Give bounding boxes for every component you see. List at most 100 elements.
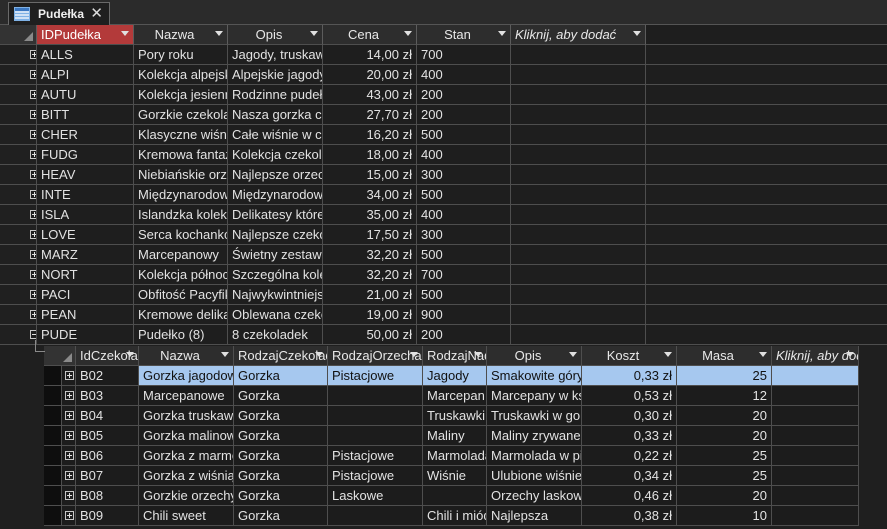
expand-icon[interactable] — [30, 290, 36, 299]
sub-cell-4[interactable] — [423, 486, 487, 506]
sub-cell-2[interactable]: Gorzka — [234, 466, 328, 486]
cell-opis[interactable]: Alpejskie jagody — [228, 65, 323, 85]
sub-cell-6[interactable]: 0,34 zł — [582, 466, 677, 486]
sub-cell-0[interactable]: B02 — [76, 366, 139, 386]
tab-pudelka[interactable]: Pudełka ✕ — [8, 2, 110, 25]
cell-stan[interactable]: 500 — [417, 185, 511, 205]
cell-nazwa[interactable]: Pory roku — [134, 45, 228, 65]
expand-cell[interactable] — [0, 45, 37, 65]
sub-column-header-4[interactable]: RodzajNadzienia — [423, 346, 487, 366]
sub-cell-2[interactable]: Gorzka — [234, 386, 328, 406]
cell-stan[interactable]: 900 — [417, 305, 511, 325]
sub-record-selector[interactable] — [44, 386, 62, 406]
sub-cell-5[interactable]: Najlepsza — [487, 506, 582, 526]
cell-stan[interactable]: 200 — [417, 85, 511, 105]
table-row[interactable]: LOVESerca kochankówNajlepsze czekoladki1… — [0, 225, 887, 245]
sub-cell-2[interactable]: Gorzka — [234, 446, 328, 466]
sub-record-selector[interactable] — [44, 426, 62, 446]
cell-cena[interactable]: 19,00 zł — [323, 305, 417, 325]
expand-icon[interactable] — [65, 491, 74, 500]
sub-cell-7[interactable]: 20 — [677, 406, 772, 426]
cell-new-column[interactable] — [511, 105, 646, 125]
cell-idpudełka[interactable]: PUDE — [37, 325, 134, 345]
table-row[interactable]: NORTKolekcja północnaSzczególna kolekcja… — [0, 265, 887, 285]
sub-cell-0[interactable]: B03 — [76, 386, 139, 406]
cell-stan[interactable]: 400 — [417, 65, 511, 85]
sort-filter-arrow-icon[interactable] — [315, 352, 323, 357]
sub-expand-cell[interactable] — [62, 386, 76, 406]
expand-icon[interactable] — [30, 150, 36, 159]
cell-nazwa[interactable]: Kremowe delikatesy — [134, 305, 228, 325]
sub-cell-new-column[interactable] — [772, 426, 859, 446]
sub-cell-0[interactable]: B09 — [76, 506, 139, 526]
sub-cell-4[interactable]: Maliny — [423, 426, 487, 446]
cell-stan[interactable]: 200 — [417, 325, 511, 345]
expand-cell[interactable] — [0, 225, 37, 245]
cell-cena[interactable]: 32,20 zł — [323, 245, 417, 265]
sub-cell-6[interactable]: 0,33 zł — [582, 366, 677, 386]
table-row[interactable]: BITTGorzkie czekoladyNasza gorzka czekol… — [0, 105, 887, 125]
sub-cell-0[interactable]: B06 — [76, 446, 139, 466]
cell-stan[interactable]: 400 — [417, 205, 511, 225]
column-header-1[interactable]: Nazwa — [134, 25, 228, 45]
expand-icon[interactable] — [30, 210, 36, 219]
sub-cell-5[interactable]: Maliny zrywane — [487, 426, 582, 446]
cell-idpudełka[interactable]: NORT — [37, 265, 134, 285]
cell-nazwa[interactable]: Pudełko (8) — [134, 325, 228, 345]
sort-filter-arrow-icon[interactable] — [474, 352, 482, 357]
sub-cell-1[interactable]: Gorzka truskawkowa — [139, 406, 234, 426]
sub-cell-6[interactable]: 0,38 zł — [582, 506, 677, 526]
sub-expand-cell[interactable] — [62, 486, 76, 506]
collapse-icon[interactable] — [30, 330, 36, 339]
expand-icon[interactable] — [65, 391, 74, 400]
sub-cell-1[interactable]: Chili sweet — [139, 506, 234, 526]
sort-filter-arrow-icon[interactable] — [221, 352, 229, 357]
close-icon[interactable]: ✕ — [90, 5, 103, 22]
sub-cell-7[interactable]: 12 — [677, 386, 772, 406]
sub-cell-new-column[interactable] — [772, 506, 859, 526]
sub-cell-3[interactable]: Pistacjowe — [328, 466, 423, 486]
cell-idpudełka[interactable]: BITT — [37, 105, 134, 125]
cell-nazwa[interactable]: Kolekcja północna — [134, 265, 228, 285]
expand-icon[interactable] — [30, 190, 36, 199]
sub-cell-4[interactable]: Wiśnie — [423, 466, 487, 486]
cell-opis[interactable]: Oblewana czekoladą — [228, 305, 323, 325]
expand-icon[interactable] — [30, 90, 36, 99]
sub-column-header-1[interactable]: Nazwa — [139, 346, 234, 366]
cell-cena[interactable]: 34,00 zł — [323, 185, 417, 205]
sub-cell-new-column[interactable] — [772, 486, 859, 506]
sub-record-selector[interactable] — [44, 466, 62, 486]
sub-cell-7[interactable]: 25 — [677, 466, 772, 486]
table-row[interactable]: PACIObfitość PacyfikuNajwykwintniejsze21… — [0, 285, 887, 305]
sub-expand-cell[interactable] — [62, 506, 76, 526]
sub-cell-0[interactable]: B07 — [76, 466, 139, 486]
sub-column-header-3[interactable]: RodzajOrzecha — [328, 346, 423, 366]
sub-cell-3[interactable]: Pistacjowe — [328, 366, 423, 386]
cell-cena[interactable]: 15,00 zł — [323, 165, 417, 185]
sub-cell-5[interactable]: Smakowite góry — [487, 366, 582, 386]
expand-icon[interactable] — [65, 371, 74, 380]
cell-cena[interactable]: 43,00 zł — [323, 85, 417, 105]
sub-cell-1[interactable]: Gorzka z marmoladą — [139, 446, 234, 466]
sub-cell-5[interactable]: Marcepany w kształcie — [487, 386, 582, 406]
sub-cell-7[interactable]: 20 — [677, 486, 772, 506]
cell-cena[interactable]: 50,00 zł — [323, 325, 417, 345]
sort-filter-arrow-icon[interactable] — [215, 31, 223, 36]
cell-nazwa[interactable]: Kolekcja jesienna — [134, 85, 228, 105]
cell-nazwa[interactable]: Międzynarodowa — [134, 185, 228, 205]
cell-idpudełka[interactable]: MARZ — [37, 245, 134, 265]
sub-expand-cell[interactable] — [62, 446, 76, 466]
cell-opis[interactable]: Najlepsze orzechy — [228, 165, 323, 185]
table-row[interactable]: ALLSPory rokuJagody, truskawki14,00 zł70… — [0, 45, 887, 65]
sub-cell-2[interactable]: Gorzka — [234, 426, 328, 446]
cell-new-column[interactable] — [511, 145, 646, 165]
sub-column-header-7[interactable]: Masa — [677, 346, 772, 366]
cell-idpudełka[interactable]: LOVE — [37, 225, 134, 245]
expand-icon[interactable] — [65, 471, 74, 480]
expand-cell[interactable] — [0, 85, 37, 105]
expand-icon[interactable] — [65, 411, 74, 420]
sort-filter-arrow-icon[interactable] — [846, 352, 854, 357]
cell-idpudełka[interactable]: HEAV — [37, 165, 134, 185]
sub-cell-new-column[interactable] — [772, 466, 859, 486]
column-header-5[interactable]: Kliknij, aby dodać — [511, 25, 646, 45]
